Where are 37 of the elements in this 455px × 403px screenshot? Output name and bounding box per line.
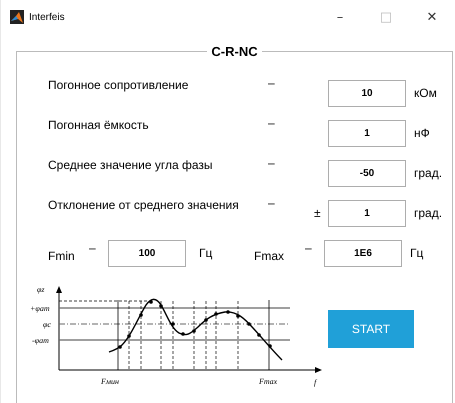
unit-label: Гц [410, 246, 424, 260]
value-field[interactable]: 1 [328, 200, 406, 226]
dash-separator: – [305, 240, 313, 255]
frequency-field[interactable]: 1E6 [324, 240, 402, 266]
plus-minus-sign: ± [314, 206, 321, 220]
frequency-label: Fmax [254, 248, 285, 263]
dash-separator: – [268, 195, 276, 210]
value-field[interactable]: 1 [328, 120, 406, 146]
parameter-label: Среднее значение угла фазы [48, 157, 214, 172]
close-button[interactable]: ✕ [409, 2, 455, 32]
window-title: Interfeis [29, 12, 65, 22]
parameter-label: Погонное сопротивление [48, 77, 190, 92]
dash-separator: – [268, 115, 276, 130]
frequency-field[interactable]: 100 [108, 240, 186, 266]
app-icon [10, 10, 24, 24]
panel-title: C-R-NC [210, 44, 259, 59]
axis-label: -φam [32, 336, 49, 345]
axis-label: Fmax [259, 377, 278, 386]
dash-separator: – [89, 240, 97, 255]
unit-label: град. [414, 166, 444, 180]
dash-separator: – [268, 75, 276, 90]
axis-label: φc [43, 320, 51, 329]
axis-label: +φam [30, 304, 50, 313]
dash-separator: – [268, 155, 276, 170]
unit-label: нФ [414, 126, 431, 140]
axis-label: Fмин [101, 377, 119, 386]
axis-label: f [314, 378, 316, 387]
unit-label: кОм [414, 86, 438, 100]
unit-label: град. [414, 206, 444, 220]
minimize-button[interactable]: – [317, 2, 363, 32]
parameter-label: Отклонение от среднего значения [48, 197, 240, 212]
unit-label: Гц [199, 246, 214, 260]
value-field[interactable]: 10 [328, 80, 406, 106]
frequency-label: Fmin [48, 248, 76, 263]
value-field[interactable]: -50 [328, 160, 406, 186]
axis-label: φz [37, 285, 45, 294]
parameter-label: Погонная ёмкость [48, 117, 150, 132]
